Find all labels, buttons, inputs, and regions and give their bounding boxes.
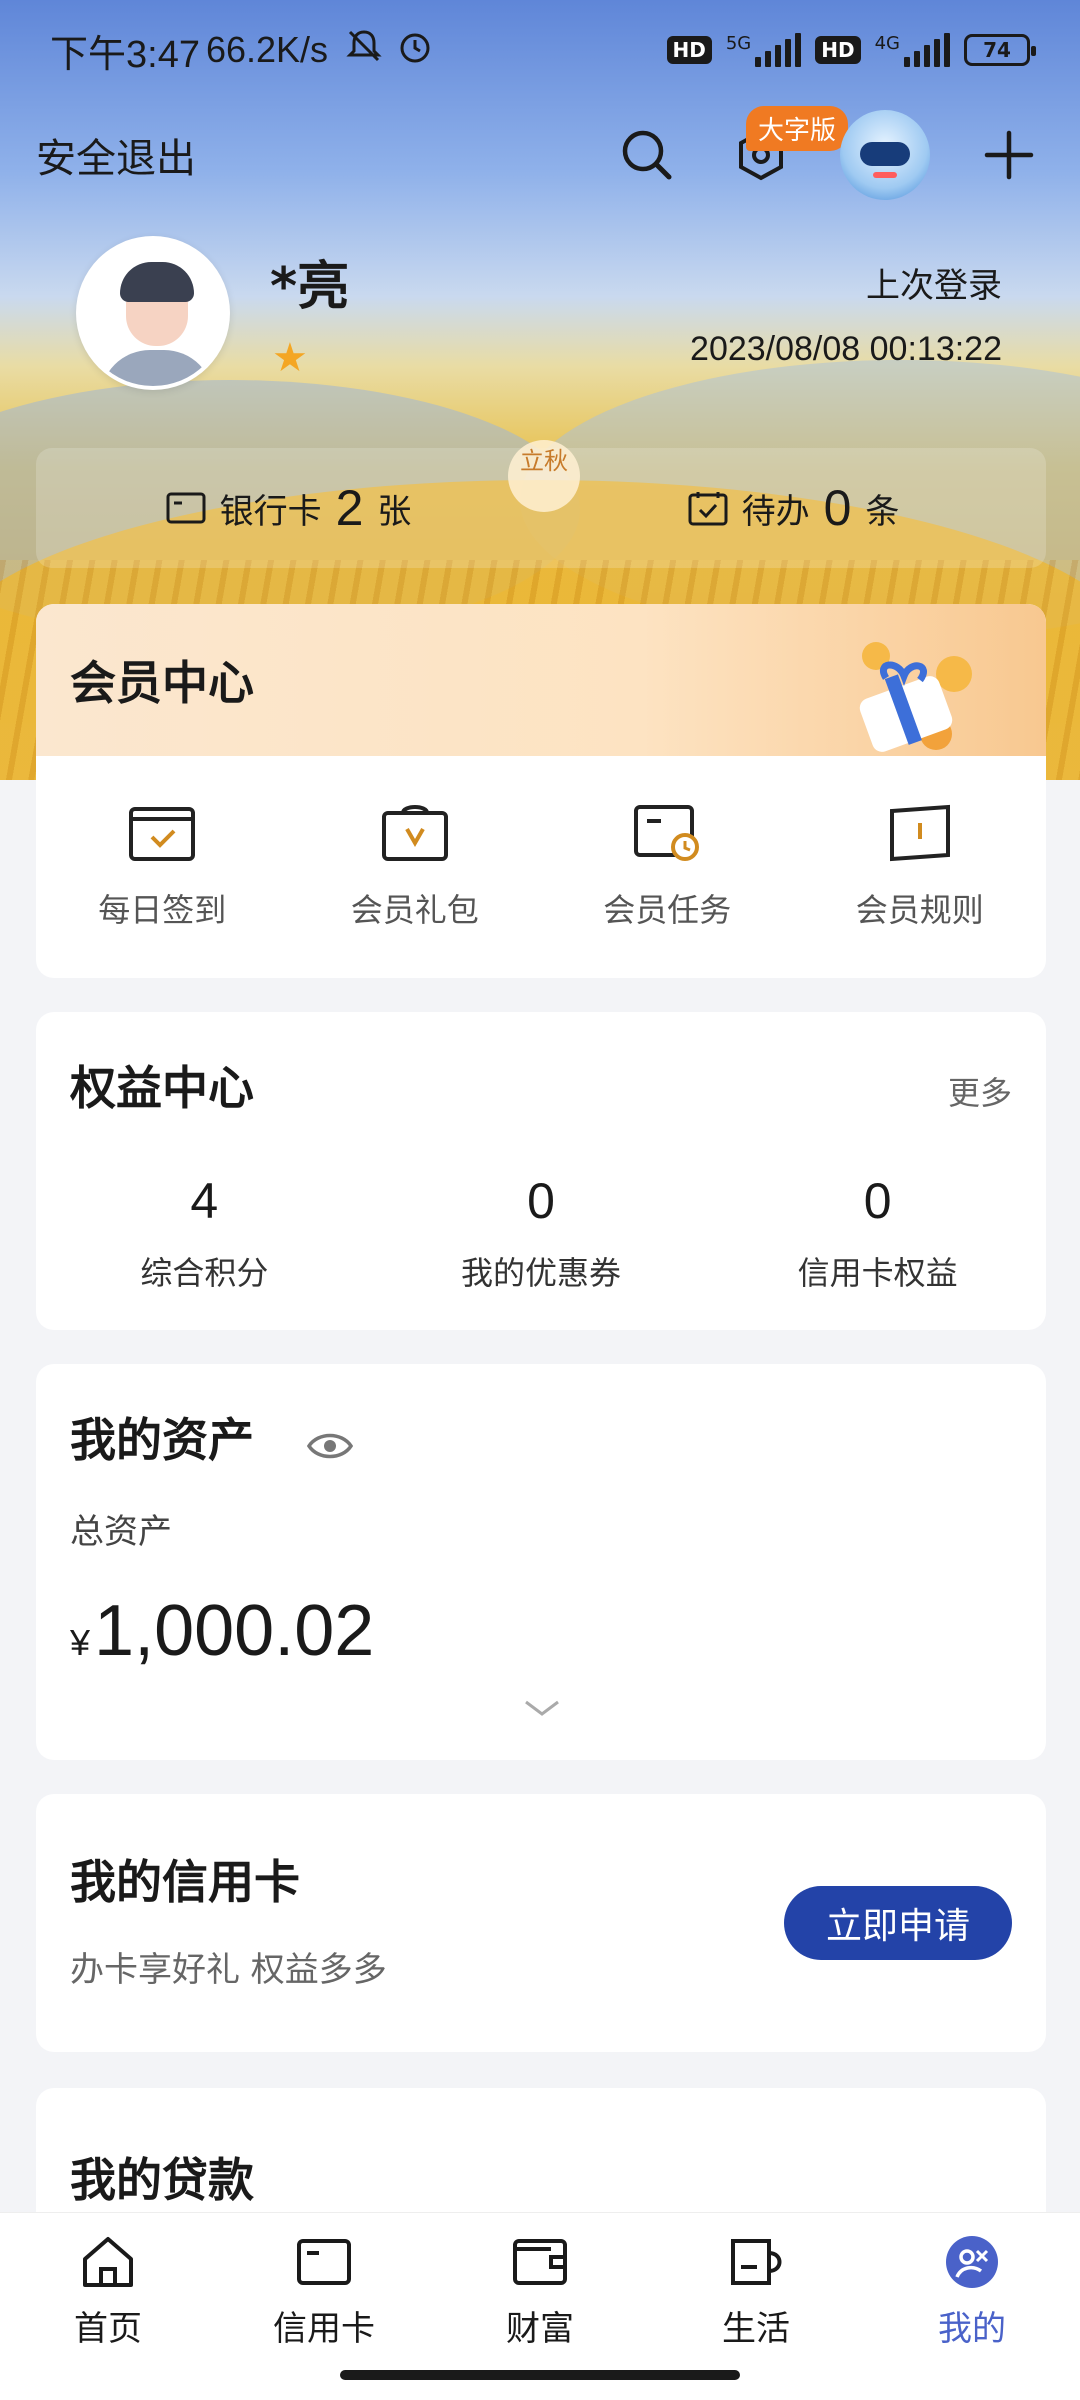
bank-card-count: 2	[335, 480, 364, 536]
member-center-header[interactable]: 会员中心	[36, 604, 1046, 756]
plus-icon	[984, 130, 1034, 180]
member-center-card: 会员中心 每日签到 会员礼包 会员任务 会员规则	[36, 604, 1046, 978]
total-assets-value: ¥1,000.02	[70, 1590, 374, 1672]
assets-title: 我的资产	[70, 1413, 254, 1467]
tab-mine[interactable]: 我的	[864, 2213, 1080, 2400]
rights-center-card: 权益中心 更多 4 综合积分 0 我的优惠券 0 信用卡权益	[36, 1012, 1046, 1330]
assistant-robot-icon[interactable]	[840, 110, 930, 200]
tab-wealth-label: 财富	[506, 2309, 574, 2349]
rule-book-icon	[889, 804, 950, 862]
logout-button[interactable]: 安全退出	[36, 126, 196, 184]
member-rules-button[interactable]: 会员规则	[794, 803, 1047, 931]
big-font-button[interactable]: 大字版	[726, 106, 849, 190]
credit-rights-item[interactable]: 0 信用卡权益	[709, 1172, 1046, 1294]
avatar[interactable]	[76, 236, 230, 390]
member-task-label: 会员任务	[603, 891, 732, 929]
mute-icon	[346, 28, 382, 73]
battery-icon: 74	[964, 34, 1036, 66]
coupons-value: 0	[527, 1173, 555, 1229]
task-clock-icon	[634, 805, 700, 861]
member-gift-button[interactable]: 会员礼包	[289, 803, 542, 931]
tab-credit-card-label: 信用卡	[273, 2309, 375, 2349]
todo-label: 待办	[741, 491, 810, 532]
member-gift-label: 会员礼包	[350, 891, 479, 929]
tab-life-label: 生活	[722, 2309, 790, 2349]
hd-badge: HD	[666, 36, 712, 64]
credit-rights-value: 0	[863, 1173, 892, 1229]
credit-card-icon	[297, 2239, 351, 2285]
search-icon	[622, 130, 672, 180]
loan-title: 我的贷款	[70, 2153, 254, 2207]
apply-now-button[interactable]: 立即申请	[784, 1886, 1012, 1960]
chevron-down-icon[interactable]	[524, 1698, 560, 1718]
hd-badge-2: HD	[815, 36, 861, 64]
signal-4g-icon: 4G	[875, 33, 950, 67]
coupons-label: 我的优惠券	[461, 1254, 622, 1292]
bank-card-unit: 张	[377, 491, 412, 532]
points-label: 综合积分	[140, 1254, 269, 1292]
tab-home-label: 首页	[74, 2309, 142, 2349]
eye-icon[interactable]	[306, 1430, 354, 1462]
total-assets-label: 总资产	[70, 1512, 172, 1552]
credit-card-section: 我的信用卡 办卡享好礼 权益多多 立即申请	[36, 1794, 1046, 2052]
points-value: 4	[190, 1173, 219, 1229]
rights-center-title: 权益中心	[70, 1061, 254, 1115]
cup-icon	[731, 2239, 782, 2285]
last-login-label: 上次登录	[866, 266, 1002, 306]
points-item[interactable]: 4 综合积分	[36, 1172, 373, 1294]
assets-card: 我的资产 总资产 ¥1,000.02	[36, 1364, 1046, 1760]
status-net-speed: 66.2K/s	[205, 29, 329, 70]
top-bar: 安全退出 大字版	[0, 100, 1080, 210]
member-rules-label: 会员规则	[855, 891, 984, 929]
last-login-time: 2023/08/08 00:13:22	[690, 330, 1002, 368]
gift-bag-icon	[381, 805, 448, 861]
alarm-icon	[396, 27, 434, 74]
solar-term-badge: 立秋	[508, 440, 580, 512]
home-indicator[interactable]	[340, 2370, 740, 2380]
coupons-item[interactable]: 0 我的优惠券	[373, 1172, 710, 1294]
tab-mine-label: 我的	[938, 2309, 1006, 2349]
tab-home[interactable]: 首页	[0, 2213, 216, 2400]
search-button[interactable]	[612, 120, 682, 190]
bank-card-icon	[166, 492, 206, 524]
user-name: *亮	[270, 257, 350, 317]
status-bar: 下午3:47 66.2K/s HD 5G HD 4G 74	[0, 0, 1080, 100]
todo-summary[interactable]: 待办 0 条	[541, 479, 1046, 537]
wallet-icon	[513, 2239, 567, 2285]
add-button[interactable]	[974, 120, 1044, 190]
gift-box-icon	[859, 642, 972, 752]
todo-count: 0	[823, 480, 852, 536]
daily-checkin-label: 每日签到	[98, 891, 227, 929]
credit-rights-label: 信用卡权益	[797, 1254, 958, 1292]
todo-unit: 条	[865, 491, 900, 532]
home-icon	[83, 2237, 133, 2287]
todo-check-icon	[688, 492, 728, 526]
total-assets-amount: 1,000.02	[94, 1591, 375, 1671]
bank-card-label: 银行卡	[219, 491, 322, 532]
profile-icon	[946, 2236, 998, 2288]
member-task-button[interactable]: 会员任务	[541, 803, 794, 931]
status-time: 下午3:47	[50, 33, 200, 76]
bank-card-summary[interactable]: 银行卡 2 张	[36, 479, 541, 537]
member-center-title: 会员中心	[70, 656, 254, 710]
currency-symbol: ¥	[70, 1622, 91, 1663]
big-font-badge: 大字版	[746, 106, 849, 151]
credit-card-subtitle: 办卡享好礼 权益多多	[70, 1950, 387, 1990]
daily-checkin-button[interactable]: 每日签到	[36, 803, 289, 931]
signal-5g-icon: 5G	[726, 33, 802, 67]
more-link[interactable]: 更多	[948, 1068, 1012, 1114]
member-level-star-icon: ★	[272, 335, 308, 381]
credit-card-title: 我的信用卡	[70, 1855, 300, 1909]
calendar-check-icon	[129, 807, 196, 861]
